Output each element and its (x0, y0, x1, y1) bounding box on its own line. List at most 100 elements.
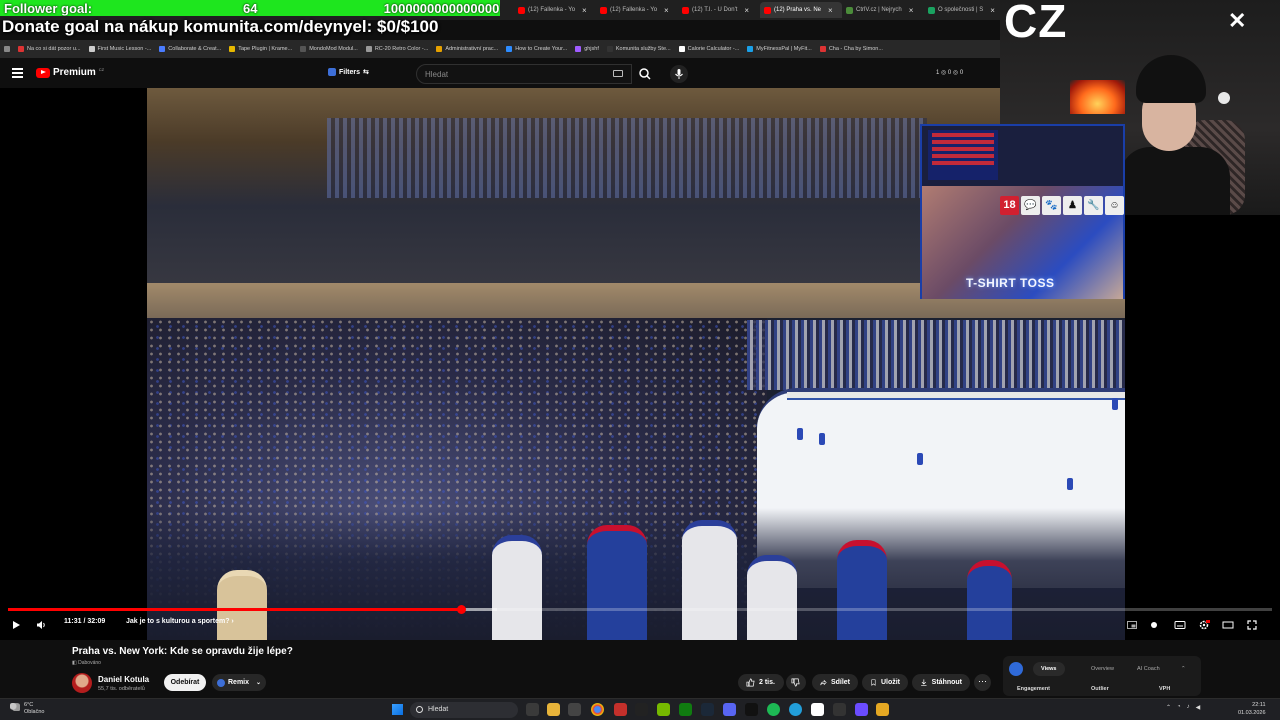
chevron-up-icon[interactable]: ⌃ (1179, 662, 1188, 676)
chapter-title[interactable]: Jak je to s kulturou a sportem? › (126, 618, 234, 625)
subtitles-icon[interactable] (1174, 619, 1186, 631)
browser-tab[interactable]: (12) T.I. - U Don't × (678, 2, 760, 18)
bookmark[interactable]: ghjshf (575, 46, 599, 52)
progress-bar[interactable] (8, 605, 1272, 614)
vidiq-tab-ai-coach[interactable]: AI Coach (1129, 662, 1168, 676)
taskbar-search[interactable]: Hledat (410, 702, 518, 718)
vidiq-tab-overview[interactable]: Overview (1083, 662, 1122, 676)
app-icon[interactable] (568, 703, 581, 716)
bookmark-icon (88, 46, 95, 52)
close-icon[interactable]: × (828, 6, 833, 15)
system-tray[interactable]: ⌃ ◔ ♪ ◀ (1166, 704, 1200, 711)
search-input[interactable]: Hledat (416, 64, 632, 84)
like-button[interactable]: 2 tis. (738, 674, 784, 691)
bookmark[interactable]: How to Create Your... (506, 46, 567, 52)
windows-start-icon[interactable] (392, 704, 403, 715)
browser-tab[interactable]: (12) Fallenka - Yo × (514, 2, 596, 18)
more-actions-button[interactable]: ⋯ (974, 674, 991, 691)
miniplayer-icon[interactable] (1126, 619, 1138, 631)
vidiq-tab-views[interactable]: Views (1033, 662, 1065, 676)
channel-avatar[interactable] (72, 673, 92, 693)
bookmark[interactable]: Collaborate & Creat... (159, 46, 221, 52)
progress-scrubber[interactable] (456, 605, 466, 614)
browser-tab[interactable]: (12) Fallenka - Yo × (596, 2, 678, 18)
browser-tab-active[interactable]: (12) Praha vs. Ne × (760, 2, 842, 18)
microphone-icon (675, 69, 683, 79)
keyboard-icon[interactable] (613, 70, 623, 77)
hockey-player (819, 433, 825, 445)
bookmark[interactable]: Tape Plugin | Krame... (229, 46, 292, 52)
vidiq-icon[interactable] (1009, 662, 1023, 676)
screen: (12) Fallenka - Yo × (12) Fallenka - Yo × … (0, 0, 1280, 720)
browser-tab[interactable]: CtrlV.cz | Nejrych × (842, 2, 924, 18)
task-view-icon[interactable] (526, 703, 539, 716)
speaker-icon[interactable]: ◀ (1196, 704, 1201, 711)
chrome-icon[interactable] (591, 703, 604, 716)
bookmark[interactable]: First Music Lesson -... (88, 46, 151, 52)
clock[interactable]: 22:11 01.03.2026 (1238, 701, 1266, 717)
goal-target: 1000000000000000 (383, 0, 500, 16)
header-stats: 1 ◎ 0 ◎ 0 (936, 70, 964, 76)
obs-icon[interactable] (833, 703, 846, 716)
microphone-icon[interactable]: ♪ (1187, 704, 1190, 711)
file-explorer-icon[interactable] (547, 703, 560, 716)
emote: ♟ (1063, 196, 1082, 215)
apps-icon[interactable] (4, 46, 10, 52)
volume-icon[interactable] (35, 619, 47, 631)
bookmark[interactable]: RC-20 Retro Color -... (365, 46, 428, 52)
bookmark-icon (159, 46, 166, 52)
telegram-icon[interactable] (789, 703, 802, 716)
play-icon[interactable] (10, 619, 22, 631)
close-icon[interactable]: × (744, 6, 749, 15)
discord-icon[interactable] (723, 703, 736, 716)
app-icon[interactable] (745, 703, 758, 716)
spotify-icon[interactable] (767, 703, 780, 716)
bookmark[interactable]: Cha - Cha by Simon... (819, 46, 883, 52)
jumbotron-text: T-SHIRT TOSS (966, 276, 1055, 290)
bookmark[interactable]: Komunita služby Ste... (606, 46, 671, 52)
fan-jersey (967, 560, 1012, 640)
weather-widget[interactable]: 6°C Oblačno (10, 702, 45, 716)
remix-button[interactable]: Remix ⌄ (212, 674, 266, 691)
share-button[interactable]: Sdílet (812, 674, 858, 691)
bookmark[interactable]: MyFitnessPal | MyFit... (747, 46, 812, 52)
download-button[interactable]: Stáhnout (912, 674, 970, 691)
app-icon[interactable] (635, 703, 648, 716)
app-icon[interactable] (614, 703, 627, 716)
xbox-icon[interactable] (679, 703, 692, 716)
theater-mode-icon[interactable] (1222, 619, 1234, 631)
bookmark-icon (18, 46, 24, 52)
browser-tab[interactable]: O společnosti | S × (924, 2, 1000, 18)
fullscreen-icon[interactable] (1246, 619, 1258, 631)
menu-icon[interactable] (12, 68, 23, 78)
search-button[interactable] (634, 64, 656, 84)
bookmark[interactable]: Calorie Calculator -... (678, 46, 739, 52)
filters-button[interactable]: Filters ⇆ (328, 68, 369, 76)
chevron-up-icon[interactable]: ⌃ (1166, 704, 1171, 711)
bookmark[interactable]: MondoMod Modul... (300, 46, 358, 52)
video-player[interactable]: T-SHIRT TOSS (0, 88, 1280, 640)
network-icon[interactable]: ◔ (1177, 704, 1181, 711)
nvidia-icon[interactable] (657, 703, 670, 716)
close-icon[interactable]: × (909, 6, 914, 15)
close-icon[interactable]: × (990, 6, 995, 15)
settings-icon[interactable] (1198, 619, 1210, 631)
bookmark-icon (871, 679, 876, 686)
autoplay-icon[interactable] (1148, 619, 1160, 631)
close-icon[interactable]: × (582, 6, 587, 15)
close-icon[interactable]: × (664, 6, 669, 15)
bookmark[interactable]: Na co si dát pozor u... (18, 46, 81, 52)
youtube-logo[interactable]: Premium CZ (36, 67, 104, 78)
voice-search-button[interactable] (670, 65, 688, 83)
app-icon[interactable] (811, 703, 824, 716)
fireplace (1070, 80, 1125, 114)
fan (217, 570, 267, 640)
app-icon[interactable] (855, 703, 868, 716)
app-icon[interactable] (876, 703, 889, 716)
channel-name[interactable]: Daniel Kotula (98, 675, 149, 684)
save-button[interactable]: Uložit (862, 674, 908, 691)
steam-icon[interactable] (701, 703, 714, 716)
bookmark[interactable]: Administrativní prac... (436, 46, 498, 52)
dislike-button[interactable] (786, 674, 806, 691)
subscribe-button[interactable]: Odebírat (164, 674, 206, 691)
